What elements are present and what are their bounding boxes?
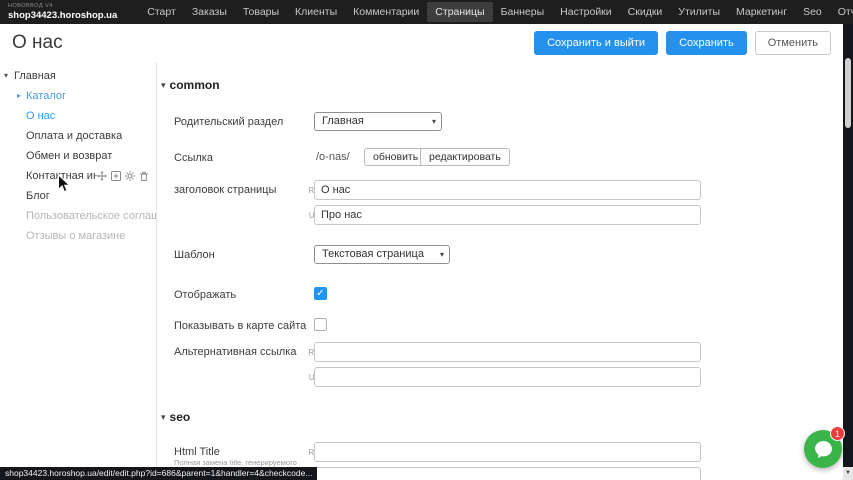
tree-item-user-agreement[interactable]: Пользовательское соглашение xyxy=(0,206,156,226)
field-link: Ссылка /o-nas/ обновить редактировать xyxy=(174,148,843,170)
nav-pages[interactable]: Страницы xyxy=(427,2,492,22)
nav-utilities[interactable]: Утилиты xyxy=(670,2,728,22)
pages-tree-sidebar: ▾ Главная ▸ Каталог О нас Оплата и доста… xyxy=(0,62,157,480)
html-title-ua-input[interactable] xyxy=(314,467,701,480)
save-and-exit-button[interactable]: Сохранить и выйти xyxy=(534,31,658,55)
chevron-down-icon: ▾ xyxy=(432,113,436,130)
template-select[interactable]: Текстовая страница ▾ xyxy=(314,245,450,264)
tree-item-payment-delivery[interactable]: Оплата и доставка xyxy=(0,126,156,146)
add-icon[interactable] xyxy=(111,171,121,181)
page-header: О нас Сохранить и выйти Сохранить Отмени… xyxy=(0,24,843,62)
nav-clients[interactable]: Клиенты xyxy=(287,2,345,22)
save-button[interactable]: Сохранить xyxy=(666,31,747,55)
section-common-header[interactable]: ▾ common xyxy=(161,78,220,92)
link-path: /o-nas/ xyxy=(316,151,350,163)
nav-marketing[interactable]: Маркетинг xyxy=(728,2,795,22)
chat-bubble-icon xyxy=(814,440,833,459)
header-buttons: Сохранить и выйти Сохранить Отменить xyxy=(534,31,831,55)
parent-section-select[interactable]: Главная ▾ xyxy=(314,112,442,131)
caret-down-icon: ▾ xyxy=(161,412,166,423)
caret-down-icon: ▾ xyxy=(161,80,166,91)
caret-down-icon[interactable]: ▾ xyxy=(4,66,13,86)
html-title-ru-input[interactable] xyxy=(314,442,701,462)
logo[interactable]: НОВОВВОД V4 shop34423.horoshop.ua xyxy=(8,4,117,20)
nav-discounts[interactable]: Скидки xyxy=(620,2,671,22)
tree-item-contact-info[interactable]: Контактная инфор xyxy=(0,166,156,186)
nav-seo[interactable]: Seo xyxy=(795,2,830,22)
drag-icon[interactable] xyxy=(97,171,107,181)
field-page-title-ua: UA xyxy=(174,205,843,227)
nav-reports[interactable]: Отчеты xyxy=(830,2,853,22)
field-page-title-ru: заголовок страницы RU xyxy=(174,180,843,202)
topbar: НОВОВВОД V4 shop34423.horoshop.ua Старт … xyxy=(0,0,853,24)
tree-item-about[interactable]: О нас xyxy=(0,106,156,126)
logo-subtitle: НОВОВВОД V4 xyxy=(8,4,117,10)
link-preview-statusbar: shop34423.horoshop.ua/edit/edit.php?id=6… xyxy=(0,467,317,480)
scrollbar-thumb[interactable] xyxy=(845,58,851,128)
field-template: Шаблон Текстовая страница ▾ xyxy=(174,245,843,267)
field-html-title-ru: Html Title Полная замена title, генериру… xyxy=(174,442,843,464)
settings-icon[interactable] xyxy=(125,171,135,181)
refresh-link-button[interactable]: обновить xyxy=(364,148,427,166)
chat-launcher-button[interactable]: 1 xyxy=(804,430,842,468)
field-parent-section: Родительский раздел Главная ▾ xyxy=(174,112,843,134)
tree-item-catalog[interactable]: ▸ Каталог xyxy=(0,86,156,106)
alt-link-ua-input[interactable] xyxy=(314,367,701,387)
page-title: О нас xyxy=(12,32,63,54)
chevron-down-icon: ▾ xyxy=(440,246,444,263)
field-display: Отображать ✓ xyxy=(174,285,843,307)
scroll-down-arrow-icon[interactable]: ▼ xyxy=(843,467,853,480)
tree-item-home[interactable]: ▾ Главная xyxy=(0,66,156,86)
field-alt-link-ru: Альтернативная ссылка RU xyxy=(174,342,843,364)
html-title-hint: Полная замена title, генерируемого xyxy=(174,458,297,467)
main-nav: Старт Заказы Товары Клиенты Комментарии … xyxy=(139,2,853,22)
page-title-ua-input[interactable] xyxy=(314,205,701,225)
nav-comments[interactable]: Комментарии xyxy=(345,2,427,22)
chat-unread-badge: 1 xyxy=(830,426,845,441)
logo-domain: shop34423.horoshop.ua xyxy=(8,11,117,21)
caret-right-icon[interactable]: ▸ xyxy=(17,86,26,106)
nav-settings[interactable]: Настройки xyxy=(552,2,620,22)
field-sitemap: Показывать в карте сайта xyxy=(174,316,843,338)
section-seo-header[interactable]: ▾ seo xyxy=(161,410,190,424)
page-edit-form: ▾ common Родительский раздел Главная ▾ С… xyxy=(158,62,843,480)
cancel-button[interactable]: Отменить xyxy=(755,31,831,55)
tree-item-exchange-return[interactable]: Обмен и возврат xyxy=(0,146,156,166)
nav-start[interactable]: Старт xyxy=(139,2,184,22)
scrollbar: ▼ xyxy=(843,24,853,480)
nav-orders[interactable]: Заказы xyxy=(184,2,235,22)
tree-item-blog[interactable]: Блог xyxy=(0,186,156,206)
delete-icon[interactable] xyxy=(139,171,149,181)
horoshop-admin-window: НОВОВВОД V4 shop34423.horoshop.ua Старт … xyxy=(0,0,853,480)
field-alt-link-ua: UA xyxy=(174,367,843,389)
edit-link-button[interactable]: редактировать xyxy=(420,148,510,166)
display-checkbox[interactable]: ✓ xyxy=(314,287,327,300)
tree-item-store-reviews[interactable]: Отзывы о магазине xyxy=(0,226,156,246)
page-title-ru-input[interactable] xyxy=(314,180,701,200)
nav-products[interactable]: Товары xyxy=(235,2,287,22)
alt-link-ru-input[interactable] xyxy=(314,342,701,362)
sitemap-checkbox[interactable] xyxy=(314,318,327,331)
tree-item-actions xyxy=(97,171,149,181)
nav-banners[interactable]: Баннеры xyxy=(493,2,553,22)
